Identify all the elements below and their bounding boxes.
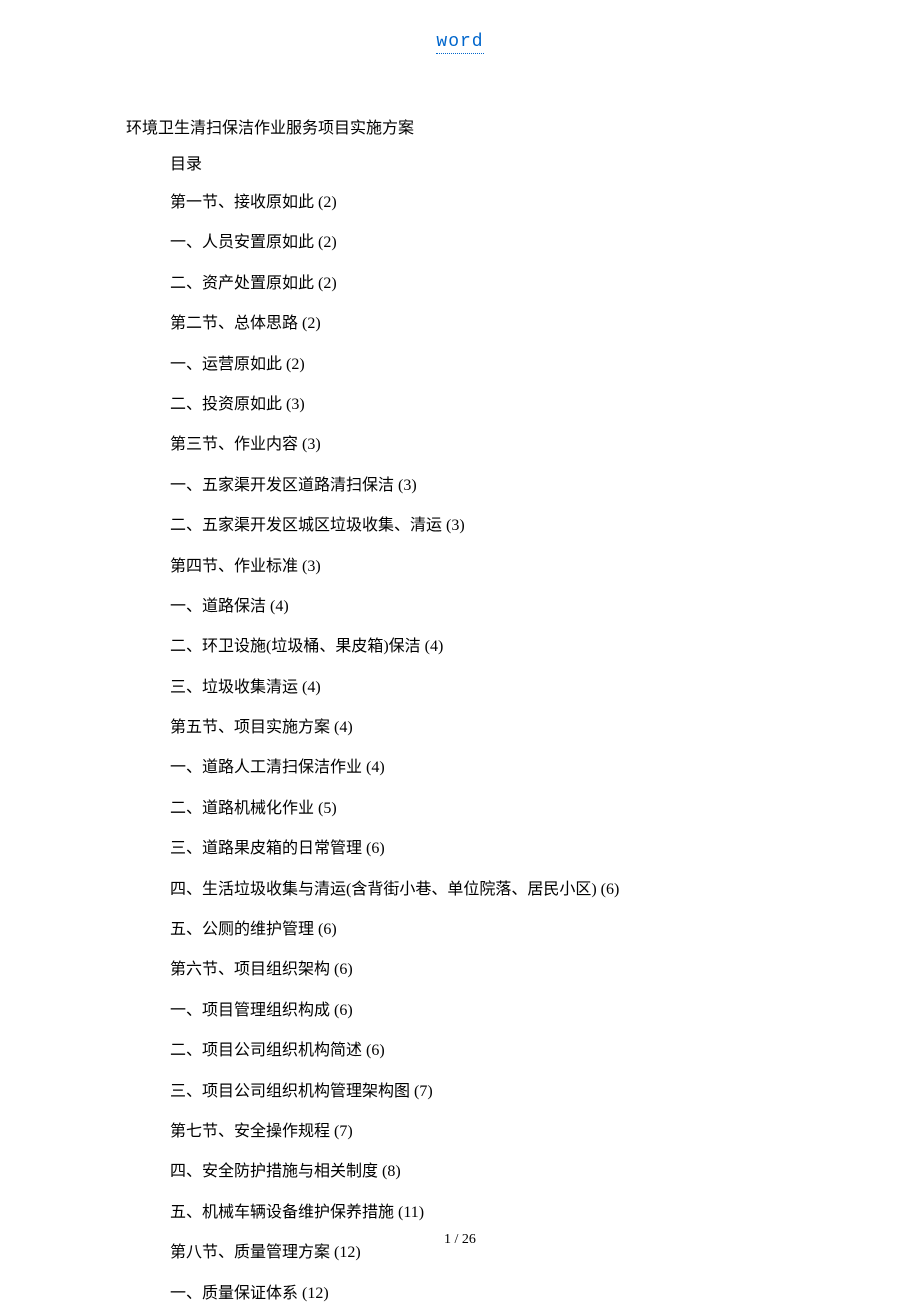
- toc-item: 第七节、安全操作规程 (7): [126, 1121, 800, 1143]
- toc-item: 三、垃圾收集清运 (4): [126, 677, 800, 699]
- toc-item: 二、道路机械化作业 (5): [126, 798, 800, 820]
- toc-item: 一、道路保洁 (4): [126, 596, 800, 618]
- toc-item: 第三节、作业内容 (3): [126, 434, 800, 456]
- toc-item: 五、公厕的维护管理 (6): [126, 919, 800, 941]
- page-footer: 1 / 26: [0, 1232, 920, 1248]
- toc-item: 三、项目公司组织机构管理架构图 (7): [126, 1081, 800, 1103]
- toc-item: 二、资产处置原如此 (2): [126, 273, 800, 295]
- toc-item: 二、环卫设施(垃圾桶、果皮箱)保洁 (4): [126, 636, 800, 658]
- toc-item: 四、安全防护措施与相关制度 (8): [126, 1161, 800, 1183]
- toc-item: 二、投资原如此 (3): [126, 394, 800, 416]
- toc-item: 第一节、接收原如此 (2): [126, 192, 800, 214]
- toc-item: 第五节、项目实施方案 (4): [126, 717, 800, 739]
- header-link-container: word: [0, 32, 920, 52]
- toc-item: 四、生活垃圾收集与清运(含背街小巷、单位院落、居民小区) (6): [126, 879, 800, 901]
- header-word-link[interactable]: word: [436, 32, 483, 54]
- toc-item: 三、道路果皮箱的日常管理 (6): [126, 838, 800, 860]
- page-indicator: 1 / 26: [444, 1232, 476, 1247]
- toc-item: 一、道路人工清扫保洁作业 (4): [126, 757, 800, 779]
- toc-item: 一、运营原如此 (2): [126, 354, 800, 376]
- toc-item: 第四节、作业标准 (3): [126, 556, 800, 578]
- toc-item: 第六节、项目组织架构 (6): [126, 959, 800, 981]
- toc-header: 目录: [126, 150, 800, 174]
- toc-item: 五、机械车辆设备维护保养措施 (11): [126, 1202, 800, 1224]
- toc-item: 二、五家渠开发区城区垃圾收集、清运 (3): [126, 515, 800, 537]
- document-page: word 环境卫生清扫保洁作业服务项目实施方案 目录 第一节、接收原如此 (2)…: [0, 0, 920, 1302]
- document-content: 环境卫生清扫保洁作业服务项目实施方案 目录 第一节、接收原如此 (2) 一、人员…: [0, 114, 920, 1305]
- toc-item: 二、项目公司组织机构简述 (6): [126, 1040, 800, 1062]
- toc-item: 一、项目管理组织构成 (6): [126, 1000, 800, 1022]
- toc-item: 第二节、总体思路 (2): [126, 313, 800, 335]
- document-title: 环境卫生清扫保洁作业服务项目实施方案: [126, 114, 800, 138]
- toc-item: 一、五家渠开发区道路清扫保洁 (3): [126, 475, 800, 497]
- toc-item: 一、人员安置原如此 (2): [126, 232, 800, 254]
